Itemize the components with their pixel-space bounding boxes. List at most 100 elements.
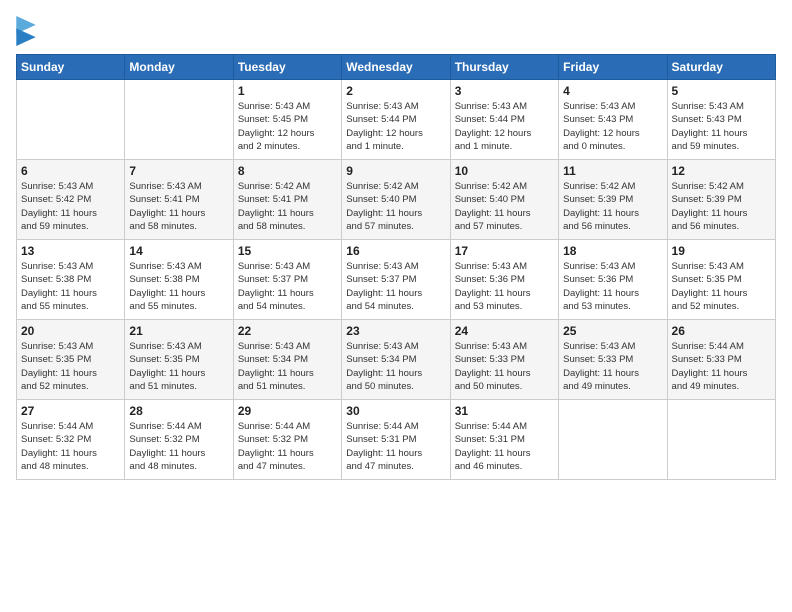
logo [16,16,40,46]
calendar-cell: 6 Sunrise: 5:43 AM Sunset: 5:42 PM Daylig… [17,160,125,240]
day-info: Sunrise: 5:44 AM Sunset: 5:31 PM Dayligh… [346,420,445,473]
day-number: 14 [129,244,228,258]
calendar-cell: 8Sunrise: 5:42 AM Sunset: 5:41 PM Daylig… [233,160,341,240]
calendar-cell: 24Sunrise: 5:43 AM Sunset: 5:33 PM Dayli… [450,320,558,400]
day-info: Sunrise: 5:43 AM Sunset: 5:34 PM Dayligh… [238,340,337,393]
calendar-cell [559,400,667,480]
day-number: 12 [672,164,771,178]
day-number: 30 [346,404,445,418]
calendar-cell: 30 Sunrise: 5:44 AM Sunset: 5:31 PM Dayli… [342,400,450,480]
day-info: Sunrise: 5:43 AM Sunset: 5:44 PM Dayligh… [346,100,445,153]
day-number: 27 [21,404,120,418]
calendar-cell: 23 Sunrise: 5:43 AM Sunset: 5:34 PM Dayli… [342,320,450,400]
calendar-cell: 3Sunrise: 5:43 AM Sunset: 5:44 PM Daylig… [450,80,558,160]
calendar-cell: 18Sunrise: 5:43 AM Sunset: 5:36 PM Dayli… [559,240,667,320]
day-info: Sunrise: 5:43 AM Sunset: 5:37 PM Dayligh… [346,260,445,313]
weekday-header: Friday [559,55,667,80]
calendar-cell: 31 Sunrise: 5:44 AM Sunset: 5:31 PM Dayli… [450,400,558,480]
weekday-header: Tuesday [233,55,341,80]
day-info: Sunrise: 5:43 AM Sunset: 5:34 PM Dayligh… [346,340,445,393]
calendar-cell: 19 Sunrise: 5:43 AM Sunset: 5:35 PM Dayli… [667,240,775,320]
calendar-cell [667,400,775,480]
calendar-cell: 5 Sunrise: 5:43 AM Sunset: 5:43 PM Daylig… [667,80,775,160]
day-info: Sunrise: 5:42 AM Sunset: 5:39 PM Dayligh… [563,180,662,233]
day-number: 15 [238,244,337,258]
day-number: 20 [21,324,120,338]
day-number: 1 [238,84,337,98]
day-number: 22 [238,324,337,338]
calendar-cell: 2 Sunrise: 5:43 AM Sunset: 5:44 PM Daylig… [342,80,450,160]
day-number: 8 [238,164,337,178]
day-number: 6 [21,164,120,178]
calendar-cell: 11 Sunrise: 5:42 AM Sunset: 5:39 PM Dayli… [559,160,667,240]
calendar-cell: 1 Sunrise: 5:43 AM Sunset: 5:45 PM Daylig… [233,80,341,160]
day-info: Sunrise: 5:43 AM Sunset: 5:37 PM Dayligh… [238,260,337,313]
day-number: 23 [346,324,445,338]
calendar-header: SundayMondayTuesdayWednesdayThursdayFrid… [17,55,776,80]
day-number: 3 [455,84,554,98]
calendar-cell: 26Sunrise: 5:44 AM Sunset: 5:33 PM Dayli… [667,320,775,400]
header-row: SundayMondayTuesdayWednesdayThursdayFrid… [17,55,776,80]
day-info: Sunrise: 5:44 AM Sunset: 5:32 PM Dayligh… [129,420,228,473]
day-info: Sunrise: 5:43 AM Sunset: 5:35 PM Dayligh… [21,340,120,393]
day-number: 31 [455,404,554,418]
day-info: Sunrise: 5:42 AM Sunset: 5:39 PM Dayligh… [672,180,771,233]
calendar-cell: 12 Sunrise: 5:42 AM Sunset: 5:39 PM Dayli… [667,160,775,240]
day-number: 25 [563,324,662,338]
day-number: 10 [455,164,554,178]
weekday-header: Sunday [17,55,125,80]
day-number: 11 [563,164,662,178]
day-info: Sunrise: 5:42 AM Sunset: 5:40 PM Dayligh… [455,180,554,233]
day-info: Sunrise: 5:43 AM Sunset: 5:43 PM Dayligh… [672,100,771,153]
day-number: 13 [21,244,120,258]
calendar-cell: 20 Sunrise: 5:43 AM Sunset: 5:35 PM Dayli… [17,320,125,400]
calendar-cell [17,80,125,160]
day-number: 24 [455,324,554,338]
day-info: Sunrise: 5:43 AM Sunset: 5:41 PM Dayligh… [129,180,228,233]
calendar-cell: 15 Sunrise: 5:43 AM Sunset: 5:37 PM Dayli… [233,240,341,320]
day-info: Sunrise: 5:43 AM Sunset: 5:38 PM Dayligh… [129,260,228,313]
day-number: 21 [129,324,228,338]
page-header [16,16,776,46]
weekday-header: Wednesday [342,55,450,80]
day-info: Sunrise: 5:42 AM Sunset: 5:40 PM Dayligh… [346,180,445,233]
day-number: 7 [129,164,228,178]
day-info: Sunrise: 5:43 AM Sunset: 5:38 PM Dayligh… [21,260,120,313]
day-info: Sunrise: 5:44 AM Sunset: 5:31 PM Dayligh… [455,420,554,473]
day-info: Sunrise: 5:43 AM Sunset: 5:35 PM Dayligh… [672,260,771,313]
day-info: Sunrise: 5:43 AM Sunset: 5:35 PM Dayligh… [129,340,228,393]
calendar-body: 1 Sunrise: 5:43 AM Sunset: 5:45 PM Daylig… [17,80,776,480]
day-info: Sunrise: 5:43 AM Sunset: 5:45 PM Dayligh… [238,100,337,153]
calendar-cell: 7 Sunrise: 5:43 AM Sunset: 5:41 PM Daylig… [125,160,233,240]
calendar-week-row: 1 Sunrise: 5:43 AM Sunset: 5:45 PM Daylig… [17,80,776,160]
logo-icon [16,16,36,46]
calendar-table: SundayMondayTuesdayWednesdayThursdayFrid… [16,54,776,480]
weekday-header: Thursday [450,55,558,80]
weekday-header: Saturday [667,55,775,80]
day-number: 9 [346,164,445,178]
calendar-cell: 22 Sunrise: 5:43 AM Sunset: 5:34 PM Dayli… [233,320,341,400]
day-number: 2 [346,84,445,98]
day-number: 19 [672,244,771,258]
calendar-week-row: 27 Sunrise: 5:44 AM Sunset: 5:32 PM Dayli… [17,400,776,480]
day-number: 28 [129,404,228,418]
calendar-week-row: 13 Sunrise: 5:43 AM Sunset: 5:38 PM Dayli… [17,240,776,320]
calendar-cell [125,80,233,160]
calendar-week-row: 6 Sunrise: 5:43 AM Sunset: 5:42 PM Daylig… [17,160,776,240]
day-info: Sunrise: 5:43 AM Sunset: 5:36 PM Dayligh… [455,260,554,313]
day-number: 17 [455,244,554,258]
day-number: 5 [672,84,771,98]
day-info: Sunrise: 5:43 AM Sunset: 5:33 PM Dayligh… [563,340,662,393]
calendar-cell: 27 Sunrise: 5:44 AM Sunset: 5:32 PM Dayli… [17,400,125,480]
day-number: 16 [346,244,445,258]
calendar-cell: 17 Sunrise: 5:43 AM Sunset: 5:36 PM Dayli… [450,240,558,320]
calendar-cell: 29Sunrise: 5:44 AM Sunset: 5:32 PM Dayli… [233,400,341,480]
day-info: Sunrise: 5:44 AM Sunset: 5:33 PM Dayligh… [672,340,771,393]
calendar-cell: 4Sunrise: 5:43 AM Sunset: 5:43 PM Daylig… [559,80,667,160]
calendar-cell: 10 Sunrise: 5:42 AM Sunset: 5:40 PM Dayli… [450,160,558,240]
day-info: Sunrise: 5:44 AM Sunset: 5:32 PM Dayligh… [21,420,120,473]
day-info: Sunrise: 5:43 AM Sunset: 5:42 PM Dayligh… [21,180,120,233]
day-info: Sunrise: 5:44 AM Sunset: 5:32 PM Dayligh… [238,420,337,473]
calendar-cell: 21 Sunrise: 5:43 AM Sunset: 5:35 PM Dayli… [125,320,233,400]
calendar-cell: 13 Sunrise: 5:43 AM Sunset: 5:38 PM Dayli… [17,240,125,320]
